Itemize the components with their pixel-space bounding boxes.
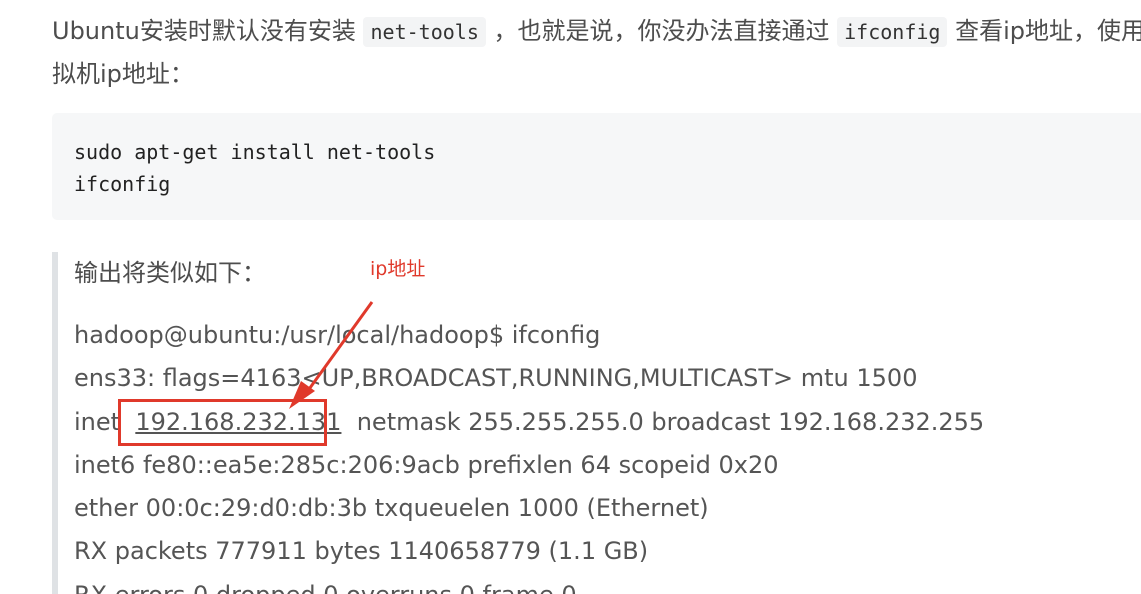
output-flags-line: ens33: flags=4163<UP,BROADCAST,RUNNING,M… — [74, 364, 918, 393]
ip-annotation-label: ip地址 — [370, 258, 426, 280]
ip-highlight-box — [118, 399, 327, 446]
output-intro-text: 输出将类似如下： — [74, 259, 266, 287]
net-tools-inline-code: net-tools — [363, 17, 486, 47]
intro-line-2: 拟机ip地址： — [52, 60, 194, 88]
output-ether-line: ether 00:0c:29:d0:db:3b txqueuelen 1000 … — [74, 494, 709, 523]
intro-line1-suffix: 查看ip地址，使用 — [955, 17, 1141, 45]
output-inet6-line: inet6 fe80::ea5e:285c:206:9acb prefixlen… — [74, 450, 779, 479]
inet-rest: netmask 255.255.255.0 broadcast 192.168.… — [356, 407, 985, 436]
output-rx-errors-line: RX errors 0 dropped 0 overruns 0 frame 0 — [74, 574, 984, 594]
ifconfig-output: hadoop@ubuntu:/usr/local/hadoop$ ifconfi… — [74, 314, 984, 594]
ifconfig-inline-code: ifconfig — [837, 17, 948, 47]
code-line-install: sudo apt-get install net-tools — [74, 140, 436, 164]
intro-line1-middle: ，也就是说，你没办法直接通过 — [493, 17, 830, 45]
code-line-ifconfig: ifconfig — [74, 172, 171, 196]
intro-line1-prefix: Ubuntu安装时默认没有安装 — [52, 17, 356, 45]
intro-paragraph: Ubuntu安装时默认没有安装 net-tools ，也就是说，你没办法直接通过… — [52, 10, 1141, 96]
output-prompt-line: hadoop@ubuntu:/usr/local/hadoop$ ifconfi… — [74, 321, 601, 349]
install-code-block: sudo apt-get install net-tools ifconfig — [52, 113, 1141, 220]
output-rx-packets-line: RX packets 777911 bytes 1140658779 (1.1 … — [74, 537, 649, 566]
intro-line-1: Ubuntu安装时默认没有安装 net-tools ，也就是说，你没办法直接通过… — [52, 10, 1141, 53]
inet-label: inet — [74, 407, 121, 436]
